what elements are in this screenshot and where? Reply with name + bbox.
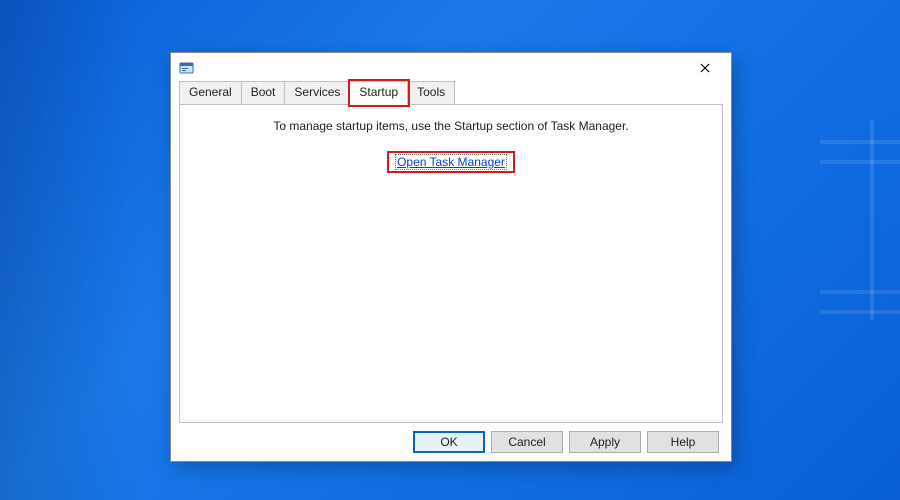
tab-startup[interactable]: Startup (350, 81, 408, 105)
help-button[interactable]: Help (647, 431, 719, 453)
msconfig-window: General Boot Services Startup Tools To m… (170, 52, 732, 462)
tab-general[interactable]: General (179, 81, 242, 105)
desktop-background: General Boot Services Startup Tools To m… (0, 0, 900, 500)
tab-services[interactable]: Services (285, 81, 350, 105)
ok-button[interactable]: OK (413, 431, 485, 453)
open-task-manager-link[interactable]: Open Task Manager (395, 154, 507, 170)
tab-boot[interactable]: Boot (242, 81, 286, 105)
close-button[interactable] (685, 54, 725, 82)
dialog-button-row: OK Cancel Apply Help (179, 423, 723, 453)
titlebar[interactable] (171, 53, 731, 83)
cancel-button[interactable]: Cancel (491, 431, 563, 453)
highlight-box: Open Task Manager (387, 151, 515, 173)
startup-tab-page: To manage startup items, use the Startup… (179, 105, 723, 423)
app-icon (179, 60, 195, 76)
startup-message: To manage startup items, use the Startup… (273, 119, 628, 133)
desktop-shadow (0, 0, 140, 500)
tab-tools[interactable]: Tools (408, 81, 455, 105)
apply-button[interactable]: Apply (569, 431, 641, 453)
tab-strip: General Boot Services Startup Tools (179, 83, 723, 105)
